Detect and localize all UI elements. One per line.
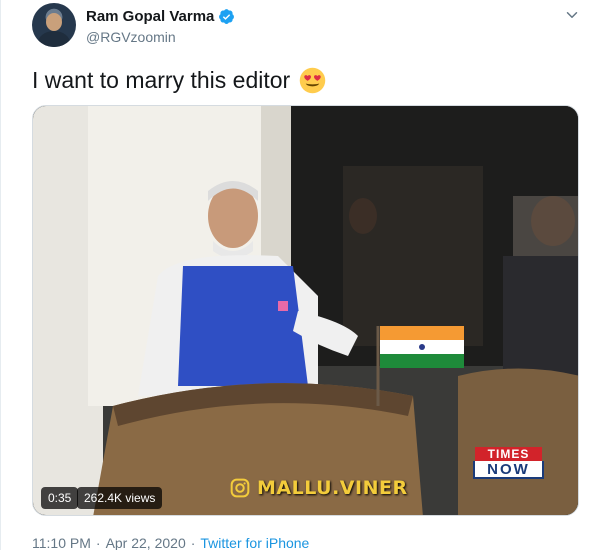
heart-eyes-emoji-icon <box>299 67 326 94</box>
author-name-row[interactable]: Ram Gopal Varma <box>86 8 235 25</box>
author-handle[interactable]: @RGVzoomin <box>86 29 176 45</box>
meta-separator: · <box>95 535 101 550</box>
tweet-text-row: I want to marry this editor <box>32 67 326 94</box>
tweet-time[interactable]: 11:10 PM <box>32 535 91 550</box>
channel-logo-top: TIMES <box>475 447 542 461</box>
avatar[interactable] <box>32 3 76 47</box>
instagram-icon <box>230 478 250 498</box>
video-watermark: MALLU.VINER <box>230 477 408 499</box>
chevron-down-icon[interactable] <box>563 6 581 24</box>
tweet-meta: 11:10 PM · Apr 22, 2020 · Twitter for iP… <box>32 535 309 550</box>
channel-logo-bottom: NOW <box>473 461 544 479</box>
video-duration-badge: 0:35 <box>41 487 79 509</box>
tweet-source-link[interactable]: Twitter for iPhone <box>200 535 309 550</box>
author-name[interactable]: Ram Gopal Varma <box>86 8 214 25</box>
tweet-card: Ram Gopal Varma @RGVzoomin I want to mar… <box>0 0 600 550</box>
channel-logo: TIMES NOW <box>473 447 544 481</box>
video-views-badge: 262.4K views <box>77 487 163 509</box>
watermark-text: MALLU.VINER <box>257 477 408 499</box>
avatar-body <box>38 31 70 47</box>
tweet-date[interactable]: Apr 22, 2020 <box>106 535 186 550</box>
meta-separator: · <box>190 535 196 550</box>
avatar-face <box>46 13 62 31</box>
verified-badge-icon <box>219 9 235 24</box>
tweet-text: I want to marry this editor <box>32 67 291 93</box>
video-player[interactable]: MALLU.VINER TIMES NOW 0:35 262.4K views <box>32 105 579 516</box>
